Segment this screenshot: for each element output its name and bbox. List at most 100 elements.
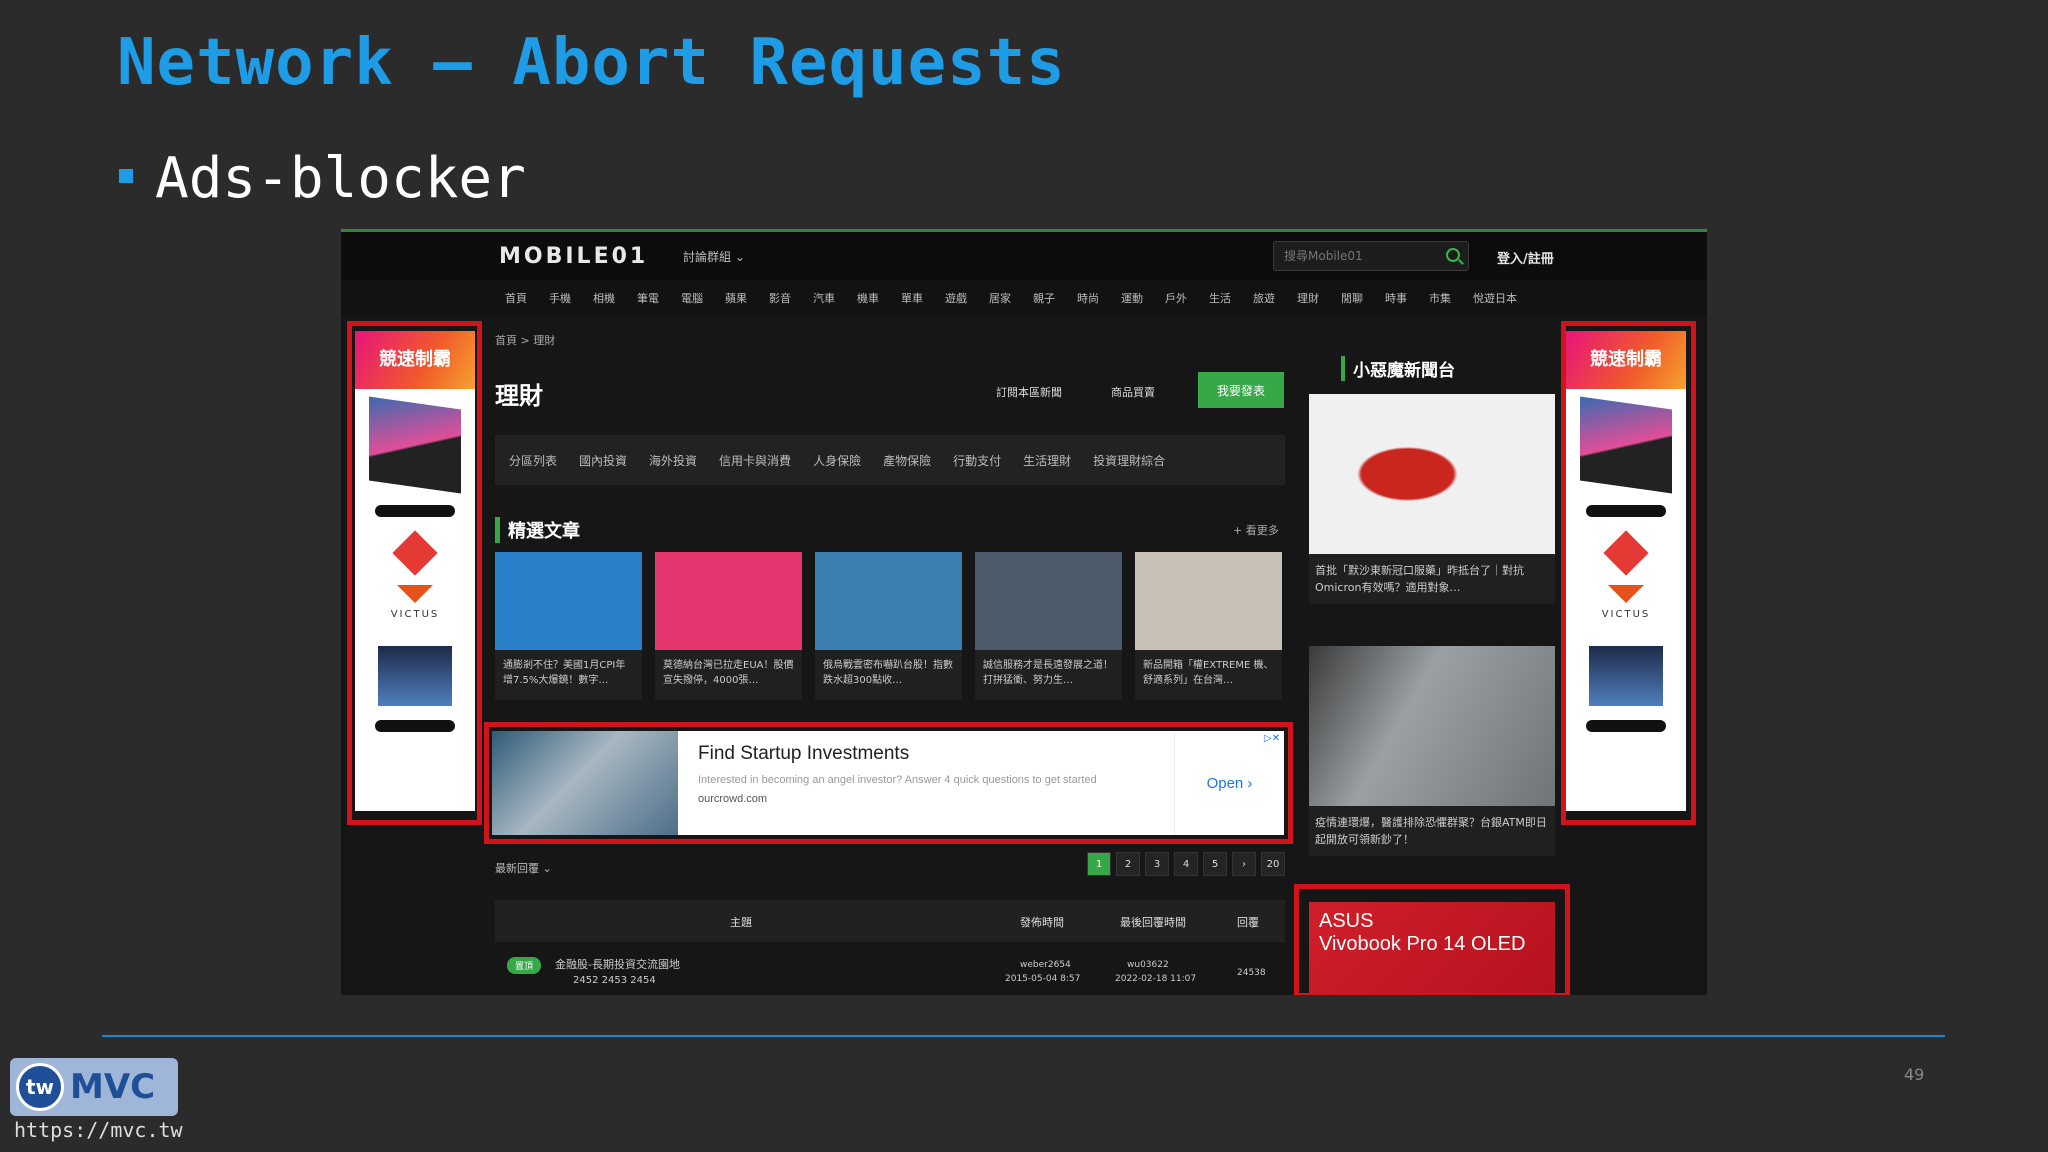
shop-link[interactable]: 商品買賣 (1111, 384, 1155, 400)
pinned-badge: 置頂 (507, 957, 542, 974)
news-card[interactable]: 疫情連環爆，醫護排除恐懼群聚？台銀ATM即日起開放可領新鈔了！ (1309, 646, 1555, 856)
page-number: 49 (1904, 1065, 1925, 1084)
news-image (1309, 646, 1555, 806)
category-nav: 首頁 手機 相機 筆電 電腦 蘋果 影音 汽車 機車 單車 遊戲 居家 親子 時… (341, 280, 1707, 316)
bullet-square-icon (119, 168, 133, 183)
last-reply-user[interactable]: wu03622 (1127, 960, 1169, 970)
subforum-tab[interactable]: 生活理財 (1023, 452, 1071, 469)
sort-dropdown[interactable]: 最新回覆 ⌄ (495, 860, 552, 876)
featured-card[interactable]: 新品開箱「權EXTREME 機、舒適系列」在台灣… (1135, 552, 1282, 700)
card-title: 莫德納台灣已拉走EUA！股價宣失撥停，4000張… (663, 660, 794, 686)
reply-count: 24538 (1237, 968, 1266, 978)
login-link[interactable]: 登入/註冊 (1497, 248, 1554, 267)
category-item[interactable]: 蘋果 (725, 290, 769, 306)
page-button[interactable]: 5 (1203, 852, 1227, 876)
category-item[interactable]: 時尚 (1077, 290, 1121, 306)
featured-card[interactable]: 誠信服務才是長遠發展之道！打拼猛衝、努力生… (975, 552, 1122, 700)
subforum-tab[interactable]: 投資理財綜合 (1093, 452, 1165, 469)
forum-menu[interactable]: 討論群組 ⌄ (683, 248, 745, 265)
site-logo[interactable]: MOBILE01 (499, 244, 648, 269)
category-item[interactable]: 首頁 (505, 290, 549, 306)
subforum-tab[interactable]: 行動支付 (953, 452, 1001, 469)
thread-title[interactable]: 金融股-長期投資交流園地 (555, 956, 680, 972)
featured-heading: 精選文章 (495, 517, 580, 543)
page-button[interactable]: 1 (1087, 852, 1111, 876)
category-item[interactable]: 戶外 (1165, 290, 1209, 306)
thread-pages[interactable]: 2452 2453 2454 (573, 975, 656, 986)
featured-card[interactable]: 俄烏戰雲密布嚇趴台股！指數跌水超300點收… (815, 552, 962, 700)
breadcrumb[interactable]: 首頁 > 理財 (495, 332, 555, 348)
table-row[interactable]: 置頂 金融股-長期投資交流園地 2452 2453 2454 weber2654… (495, 942, 1285, 995)
column-last-reply: 最後回覆時間 (1120, 916, 1186, 929)
category-item[interactable]: 相機 (593, 290, 637, 306)
tw-logo-icon: tw (16, 1063, 64, 1111)
ad-highlight-frame (484, 722, 1293, 844)
bullet-text: Ads-blocker (155, 146, 526, 211)
news-card[interactable]: 首批「默沙東新冠口服藥」昨抵台了｜對抗Omicron有效嗎？適用對象… (1309, 394, 1555, 604)
column-replies: 回覆 (1237, 916, 1259, 929)
subforum-tab[interactable]: 人身保險 (813, 452, 861, 469)
pagination: 1 2 3 4 5 › 20 (1087, 852, 1285, 876)
subforum-tab[interactable]: 信用卡與消費 (719, 452, 791, 469)
column-posted: 發佈時間 (1020, 916, 1064, 929)
subforum-tabs: 分區列表 國內投資 海外投資 信用卡與消費 人身保險 產物保險 行動支付 生活理… (495, 435, 1285, 485)
website-screenshot: MOBILE01 討論群組 ⌄ 登入/註冊 首頁 手機 相機 筆電 電腦 蘋果 … (341, 229, 1707, 995)
site-search[interactable] (1273, 241, 1469, 271)
page-button[interactable]: 4 (1174, 852, 1198, 876)
ad-highlight-frame (1294, 884, 1570, 995)
category-item[interactable]: 筆電 (637, 290, 681, 306)
card-title: 俄烏戰雲密布嚇趴台股！指數跌水超300點收… (823, 660, 953, 686)
mvc-wordmark: MVC (70, 1067, 156, 1107)
category-item[interactable]: 時事 (1385, 290, 1429, 306)
category-item[interactable]: 影音 (769, 290, 813, 306)
subscribe-link[interactable]: 訂閱本區新聞 (996, 384, 1062, 400)
category-item[interactable]: 旅遊 (1253, 290, 1297, 306)
site-topbar: MOBILE01 討論群組 ⌄ 登入/註冊 (341, 232, 1707, 280)
search-input[interactable] (1274, 242, 1434, 270)
category-item[interactable]: 市集 (1429, 290, 1473, 306)
next-page-button[interactable]: › (1232, 852, 1256, 876)
last-reply-time: 2022-02-18 11:07 (1115, 974, 1197, 984)
search-icon[interactable] (1446, 248, 1460, 262)
thread-author[interactable]: weber2654 (1020, 960, 1071, 970)
card-title: 通膨剎不住？美國1月CPI年增7.5%大爆鏡！數字… (503, 660, 626, 686)
subforum-tab[interactable]: 分區列表 (509, 452, 557, 469)
post-button[interactable]: 我要發表 (1198, 372, 1284, 408)
category-item[interactable]: 生活 (1209, 290, 1253, 306)
page-button[interactable]: 3 (1145, 852, 1169, 876)
see-more-link[interactable]: + 看更多 (1233, 522, 1279, 538)
page-title: 理財 (495, 382, 543, 410)
category-item[interactable]: 居家 (989, 290, 1033, 306)
subforum-tab[interactable]: 國內投資 (579, 452, 627, 469)
featured-cards: 通膨剎不住？美國1月CPI年增7.5%大爆鏡！數字… 莫德納台灣已拉走EUA！股… (495, 552, 1282, 700)
page-button[interactable]: 20 (1261, 852, 1285, 876)
category-item[interactable]: 手機 (549, 290, 593, 306)
card-thumbnail (975, 552, 1122, 650)
featured-card[interactable]: 莫德納台灣已拉走EUA！股價宣失撥停，4000張… (655, 552, 802, 700)
category-item[interactable]: 運動 (1121, 290, 1165, 306)
category-item[interactable]: 電腦 (681, 290, 725, 306)
card-title: 新品開箱「權EXTREME 機、舒適系列」在台灣… (1143, 660, 1274, 686)
card-thumbnail (655, 552, 802, 650)
card-thumbnail (1135, 552, 1282, 650)
category-item[interactable]: 機車 (857, 290, 901, 306)
category-item[interactable]: 單車 (901, 290, 945, 306)
table-header: 主題 發佈時間 最後回覆時間 回覆 (495, 900, 1285, 942)
page-button[interactable]: 2 (1116, 852, 1140, 876)
category-item[interactable]: 遊戲 (945, 290, 989, 306)
brand-logo: tw MVC (10, 1058, 178, 1116)
card-thumbnail (495, 552, 642, 650)
card-thumbnail (815, 552, 962, 650)
category-item[interactable]: 悅遊日本 (1473, 290, 1543, 306)
category-item[interactable]: 理財 (1297, 290, 1341, 306)
ad-highlight-frame (347, 321, 482, 825)
category-item[interactable]: 親子 (1033, 290, 1077, 306)
footer-url[interactable]: https://mvc.tw (14, 1118, 183, 1142)
category-item[interactable]: 閒聊 (1341, 290, 1385, 306)
subforum-tab[interactable]: 海外投資 (649, 452, 697, 469)
news-title: 疫情連環爆，醫護排除恐懼群聚？台銀ATM即日起開放可領新鈔了！ (1315, 816, 1547, 846)
subforum-tab[interactable]: 產物保險 (883, 452, 931, 469)
bullet-item: Ads-blocker (119, 146, 526, 211)
featured-card[interactable]: 通膨剎不住？美國1月CPI年增7.5%大爆鏡！數字… (495, 552, 642, 700)
category-item[interactable]: 汽車 (813, 290, 857, 306)
